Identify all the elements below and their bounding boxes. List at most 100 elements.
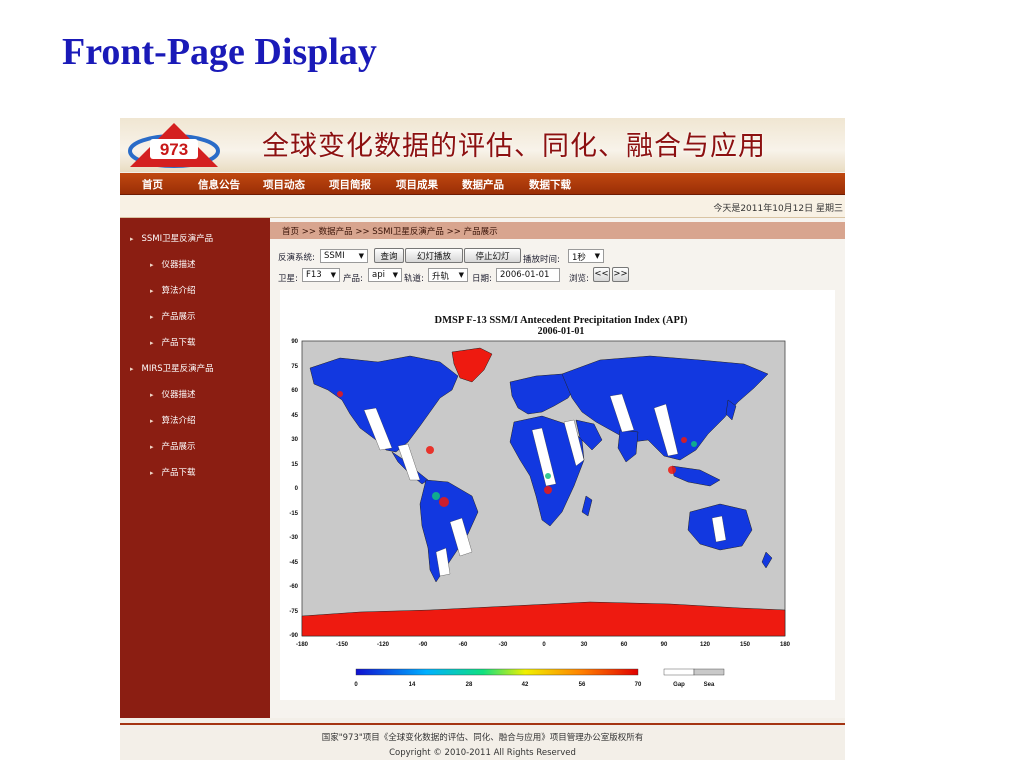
breadcrumb-text: 首页 >> 数据产品 >> SSMI卫星反演产品 >> 产品展示 (282, 227, 498, 237)
sidebar-item-label: 产品下载 (161, 468, 196, 478)
longitude-ticks: -180 -150 -120 -90 -60 -30 0 30 60 90 12… (296, 642, 791, 648)
date-label: 日期: (472, 274, 492, 284)
colorbar-tick: 70 (635, 682, 642, 688)
lat-tick: -90 (289, 633, 298, 639)
sidebar-item-label: 仪器描述 (161, 260, 196, 270)
bullet-arrow-icon: ▸ (150, 391, 154, 399)
product-select[interactable]: api ▼ (368, 268, 402, 282)
colorbar-tick: 14 (409, 682, 416, 688)
lon-tick: 30 (581, 642, 588, 648)
slideshow-button[interactable]: 幻灯播放 (405, 248, 463, 263)
sidebar-item-instrument[interactable]: ▸ 仪器描述 (150, 258, 196, 270)
lat-tick: -75 (289, 609, 298, 615)
satellite-select[interactable]: F13 ▼ (302, 268, 340, 282)
breadcrumb: 首页 >> 数据产品 >> SSMI卫星反演产品 >> 产品展示 (270, 222, 845, 239)
bullet-arrow-icon: ▸ (150, 339, 154, 347)
sidebar-item-instrument[interactable]: ▸ 仪器描述 (150, 388, 196, 400)
sidebar-item-ssmi-products[interactable]: ▸ SSMI卫星反演产品 (130, 232, 213, 244)
menu-home[interactable]: 首页 (142, 177, 163, 192)
lat-tick: 60 (291, 388, 298, 394)
interval-value: 1秒 (572, 253, 586, 263)
query-button[interactable]: 查询 (374, 248, 404, 263)
latitude-ticks: 90 75 60 45 30 15 0 -15 -30 -45 -60 -75 … (289, 339, 298, 639)
lon-tick: 150 (740, 642, 751, 648)
lat-tick: 30 (291, 437, 298, 443)
banner-title: 全球变化数据的评估、同化、融合与应用 (262, 131, 766, 162)
footer-copyright: Copyright © 2010-2011 All Rights Reserve… (389, 748, 576, 758)
date-bar: 今天是2011年10月12日 星期三 (120, 196, 845, 218)
lat-tick: -30 (289, 535, 298, 541)
sidebar-item-label: SSMI卫星反演产品 (141, 234, 214, 244)
lon-tick: -150 (336, 642, 349, 648)
sidebar-item-product-display[interactable]: ▸ 产品展示 (150, 440, 196, 452)
orbit-select[interactable]: 升轨 ▼ (428, 268, 468, 282)
colorbar-tick: 56 (579, 682, 586, 688)
date-value: 2006-01-01 (500, 270, 550, 280)
website-screenshot: 973 全球变化数据的评估、同化、融合与应用 首页 信息公告 项目动态 项目简报… (120, 118, 845, 760)
site-footer: 国家"973"项目《全球变化数据的评估、同化、融合与应用》项目管理办公室版权所有… (120, 723, 845, 760)
sidebar-item-product-display[interactable]: ▸ 产品展示 (150, 310, 196, 322)
bullet-arrow-icon: ▸ (150, 417, 154, 425)
browse-label: 浏览: (569, 274, 589, 284)
menu-project-news[interactable]: 项目动态 (263, 177, 305, 192)
sidebar-item-label: 算法介绍 (161, 416, 196, 426)
satellite-value: F13 (306, 270, 322, 280)
interval-label: 播放时间: (523, 255, 560, 265)
lat-tick: -45 (289, 560, 298, 566)
site-banner: 973 全球变化数据的评估、同化、融合与应用 (120, 118, 845, 172)
logo-text: 973 (160, 140, 188, 159)
sidebar-item-label: 产品展示 (161, 312, 196, 322)
world-map: DMSP F-13 SSM/I Antecedent Precipitation… (289, 315, 791, 688)
orbit-value: 升轨 (432, 272, 450, 282)
main-content: 首页 >> 数据产品 >> SSMI卫星反演产品 >> 产品展示 反演系统: S… (270, 218, 845, 718)
map-subtitle: 2006-01-01 (538, 326, 585, 337)
lon-tick: 0 (542, 642, 546, 648)
lon-tick: -60 (459, 642, 468, 648)
product-value: api (372, 270, 385, 280)
lat-tick: 45 (291, 413, 298, 419)
lon-tick: 60 (621, 642, 628, 648)
dropdown-arrow-icon: ▼ (594, 252, 600, 260)
product-label: 产品: (343, 274, 363, 284)
sidebar-item-algorithm[interactable]: ▸ 算法介绍 (150, 414, 196, 426)
system-select[interactable]: SSMI ▼ (320, 249, 368, 263)
973-logo[interactable]: 973 (126, 121, 222, 169)
sidebar-item-label: 算法介绍 (161, 286, 196, 296)
menu-data-products[interactable]: 数据产品 (462, 177, 504, 192)
dropdown-arrow-icon: ▼ (392, 271, 398, 279)
dropdown-arrow-icon: ▼ (330, 271, 336, 279)
menu-project-results[interactable]: 项目成果 (396, 177, 438, 192)
lat-tick: -60 (289, 584, 298, 590)
stop-slideshow-button[interactable]: 停止幻灯 (464, 248, 521, 263)
menu-project-briefs[interactable]: 项目简报 (329, 177, 371, 192)
lon-tick: -180 (296, 642, 309, 648)
api-map-figure: DMSP F-13 SSM/I Antecedent Precipitation… (280, 290, 835, 700)
lon-tick: -120 (377, 642, 390, 648)
sidebar-item-product-download[interactable]: ▸ 产品下载 (150, 466, 196, 478)
dropdown-arrow-icon: ▼ (458, 271, 464, 279)
main-menu: 首页 信息公告 项目动态 项目简报 项目成果 数据产品 数据下载 (120, 173, 845, 195)
lat-tick: 0 (295, 486, 299, 492)
interval-select[interactable]: 1秒 ▼ (568, 249, 604, 263)
bullet-arrow-icon: ▸ (150, 313, 154, 321)
sidebar-item-product-download[interactable]: ▸ 产品下载 (150, 336, 196, 348)
bullet-arrow-icon: ▸ (150, 443, 154, 451)
sidebar-item-mirs-products[interactable]: ▸ MIRS卫星反演产品 (130, 362, 214, 374)
satellite-label: 卫星: (278, 274, 298, 284)
prev-button[interactable]: << (593, 267, 610, 282)
next-button[interactable]: >> (612, 267, 629, 282)
lat-tick: 15 (291, 462, 298, 468)
bullet-arrow-icon: ▸ (150, 261, 154, 269)
sidebar-item-algorithm[interactable]: ▸ 算法介绍 (150, 284, 196, 296)
date-input[interactable]: 2006-01-01 (496, 268, 560, 282)
dropdown-arrow-icon: ▼ (358, 252, 364, 260)
system-value: SSMI (324, 251, 345, 261)
bullet-arrow-icon: ▸ (150, 469, 154, 477)
menu-data-download[interactable]: 数据下载 (529, 177, 571, 192)
current-date: 今天是2011年10月12日 星期三 (713, 204, 843, 214)
orbit-label: 轨道: (404, 274, 424, 284)
bullet-arrow-icon: ▸ (130, 365, 134, 373)
lon-tick: 180 (780, 642, 791, 648)
menu-announcements[interactable]: 信息公告 (198, 177, 240, 192)
sea-swatch (693, 668, 725, 676)
